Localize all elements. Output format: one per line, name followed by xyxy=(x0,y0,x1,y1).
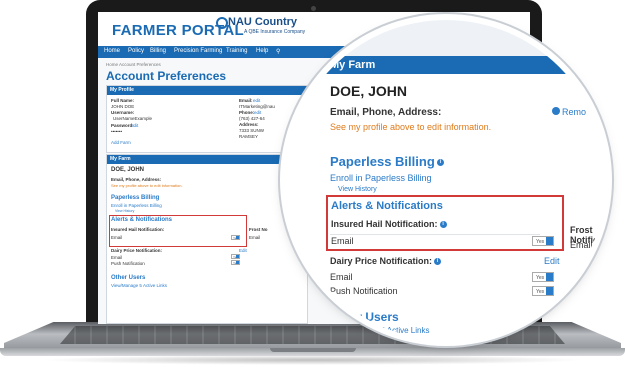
farm-name-zoom: DOE, JOHN xyxy=(330,83,408,99)
magnifier-callout: My Farm DOE, JOHN Email, Phone, Address:… xyxy=(286,20,606,340)
username-label: Username: xyxy=(111,110,135,115)
info-icon[interactable]: i xyxy=(434,258,442,266)
email-value: ITMarketing@nau xyxy=(239,104,275,109)
my-farm-title-zoom: My Farm xyxy=(330,59,376,71)
dairy-email-label-zoom: Email xyxy=(330,272,353,282)
nau-logo-icon xyxy=(216,17,228,29)
laptop-shadow xyxy=(40,355,585,365)
nav-training[interactable]: Training xyxy=(226,48,247,54)
alerts-heading-zoom: Alerts & Notifications xyxy=(331,200,443,212)
email-edit-link[interactable]: edit xyxy=(253,98,260,103)
full-name-label: Full Name: xyxy=(111,98,135,103)
address-label: Address: xyxy=(239,122,259,127)
my-profile-header: My Profile xyxy=(107,86,307,95)
nav-help[interactable]: Help xyxy=(256,48,268,54)
dairy-push-toggle-zoom[interactable]: Yes xyxy=(532,286,554,296)
dairy-push-toggle[interactable]: Yes xyxy=(231,260,240,265)
password-mask: ••••••• xyxy=(111,129,123,134)
hail-email-toggle[interactable]: Yes xyxy=(231,235,240,240)
frost-email-label-small: Email xyxy=(249,235,261,240)
camera xyxy=(311,6,316,11)
dairy-email-label: Email xyxy=(111,255,123,260)
view-manage-links-zoom[interactable]: View/Manage 5 Active Links xyxy=(330,326,429,335)
view-history-link-zoom[interactable]: View History xyxy=(338,186,377,193)
my-profile-panel: My Profile Full Name: JOHN DOE Username:… xyxy=(106,85,308,153)
phone-value: (763) 427-64 xyxy=(239,116,265,121)
alerts-heading: Alerts & Notifications xyxy=(111,217,173,223)
view-manage-links[interactable]: View/Manage 5 Active Links xyxy=(111,283,167,288)
paperless-billing-heading-zoom: Paperless Billing i xyxy=(330,154,444,169)
hail-email-toggle-zoom[interactable]: Yes xyxy=(532,236,554,246)
email-phone-address-zoom: Email, Phone, Address: xyxy=(330,107,442,118)
paperless-billing-heading: Paperless Billing xyxy=(111,195,160,201)
address-line-1: 7333 SUNW xyxy=(239,128,265,133)
username-value: UserNameExample xyxy=(113,116,153,121)
insured-hail-label: Insured Hail Notification: xyxy=(111,227,165,232)
remove-icon[interactable] xyxy=(552,107,560,115)
full-name-value: JOHN DOE xyxy=(111,104,135,109)
breadcrumb: Home Account Preferences xyxy=(106,62,161,67)
my-farm-panel: My Farm DOE, JOHN Email, Phone, Address:… xyxy=(106,154,308,324)
dairy-edit-link-zoom[interactable]: Edit xyxy=(544,256,560,266)
laptop-notch xyxy=(270,348,356,352)
divider xyxy=(330,234,540,235)
remove-link[interactable]: Remo xyxy=(562,107,586,117)
email-phone-address-label: Email, Phone, Address: xyxy=(111,177,162,182)
phone-label: Phone: xyxy=(239,110,255,115)
dairy-price-label: Dairy Price Notification: xyxy=(111,248,163,253)
nav-billing[interactable]: Billing xyxy=(150,48,166,54)
info-icon[interactable]: i xyxy=(439,221,447,229)
hail-email-label: Email xyxy=(111,235,123,240)
frost-notification-label-small: Frost No xyxy=(249,227,268,232)
password-edit-link[interactable]: edit xyxy=(131,123,138,128)
hail-email-label-zoom: Email xyxy=(331,236,354,246)
dairy-push-label-zoom: Push Notification xyxy=(330,286,398,296)
nav-policy[interactable]: Policy xyxy=(128,48,144,54)
dairy-price-label-zoom: Dairy Price Notification: i xyxy=(330,256,442,266)
phone-edit-link[interactable]: edit xyxy=(254,110,261,115)
my-farm-header: My Farm xyxy=(107,155,307,164)
nav-precision-farming[interactable]: Precision Farming xyxy=(174,48,222,54)
dairy-push-label: Push Notification xyxy=(111,261,145,266)
enroll-paperless-link-zoom[interactable]: Enroll in Paperless Billing xyxy=(330,173,432,183)
add-farm-link[interactable]: Add Farm xyxy=(111,140,131,145)
view-history-link[interactable]: View History xyxy=(115,209,134,213)
see-profile-note-zoom: See my profile above to edit information… xyxy=(330,122,492,132)
nav-home[interactable]: Home xyxy=(104,48,120,54)
frost-email-label: Email xyxy=(570,240,593,250)
page-title: Account Preferences xyxy=(106,69,227,83)
info-icon[interactable]: i xyxy=(436,159,444,167)
other-users-heading: Other Users xyxy=(111,275,146,281)
farm-name: DOE, JOHN xyxy=(111,167,145,173)
email-label: Email: xyxy=(239,98,253,103)
see-profile-note: See my profile above to edit information… xyxy=(111,183,183,188)
insured-hail-label-zoom: Insured Hail Notification: i xyxy=(331,219,447,229)
other-users-heading-zoom: Other Users xyxy=(330,310,399,324)
address-line-2: RAMSEY xyxy=(239,134,259,139)
dairy-email-toggle-zoom[interactable]: Yes xyxy=(532,272,554,282)
dairy-edit-link[interactable]: Edit xyxy=(239,248,247,253)
dairy-email-toggle[interactable]: Yes xyxy=(231,254,240,259)
search-icon[interactable]: ⚲ xyxy=(276,48,280,55)
enroll-paperless-link[interactable]: Enroll in Paperless Billing xyxy=(111,203,162,208)
